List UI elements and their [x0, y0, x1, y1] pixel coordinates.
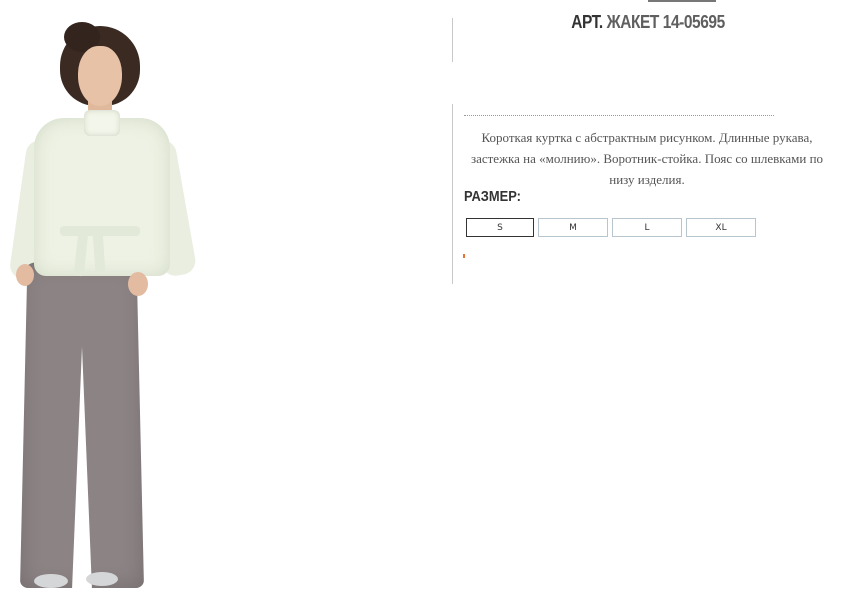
size-option-l[interactable]: L: [612, 218, 682, 237]
vertical-divider-bottom: [452, 104, 453, 284]
size-selector: S M L XL: [466, 218, 756, 237]
model-face: [78, 46, 122, 106]
model-right-hand: [128, 272, 148, 296]
size-option-s[interactable]: S: [466, 218, 534, 237]
product-title: АРТ. ЖАКЕТ 14-05695: [521, 12, 776, 33]
size-option-xl[interactable]: XL: [686, 218, 756, 237]
accent-mark: [463, 254, 465, 258]
product-photo: [0, 0, 240, 605]
size-option-m[interactable]: M: [538, 218, 608, 237]
dotted-separator: [464, 115, 774, 116]
product-title-name: ЖАКЕТ 14-05695: [606, 12, 726, 32]
top-divider-bar: [648, 0, 716, 2]
model-left-shoe: [34, 574, 68, 588]
size-label: РАЗМЕР:: [464, 188, 521, 205]
model-right-shoe: [86, 572, 118, 586]
model-trousers: [20, 262, 144, 588]
jacket-collar: [84, 110, 120, 136]
vertical-divider-top: [452, 18, 453, 62]
product-description: Короткая куртка с абстрактным рисунком. …: [470, 130, 824, 187]
product-title-prefix: АРТ.: [571, 12, 603, 32]
model-left-hand: [16, 264, 34, 286]
